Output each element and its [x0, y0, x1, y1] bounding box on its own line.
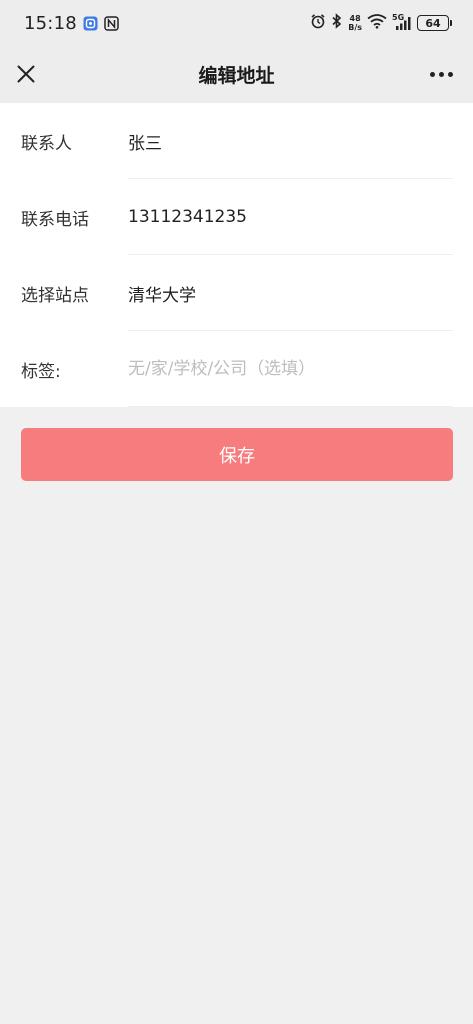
close-icon	[17, 65, 35, 83]
tag-row[interactable]: 标签:	[0, 331, 473, 407]
tag-input[interactable]	[128, 359, 428, 379]
status-bar: 15:18 48 B/s 5G 64	[0, 0, 473, 46]
network-speed: 48 B/s	[348, 14, 362, 32]
page-title: 编辑地址	[198, 65, 275, 87]
contact-label: 联系人	[21, 133, 72, 154]
contact-field[interactable]: 张三	[128, 129, 162, 154]
bluetooth-icon	[331, 13, 343, 33]
tag-label: 标签:	[21, 361, 61, 382]
alarm-icon	[310, 13, 326, 33]
site-row[interactable]: 选择站点 清华大学	[0, 255, 473, 331]
more-button[interactable]	[427, 60, 455, 88]
battery-level: 64	[425, 16, 441, 30]
site-label: 选择站点	[21, 285, 89, 306]
network-speed-value: 48	[349, 14, 361, 23]
close-button[interactable]	[12, 60, 40, 88]
nfc-icon	[104, 15, 119, 31]
status-time: 15:18	[24, 12, 77, 34]
divider	[128, 406, 453, 407]
status-right: 48 B/s 5G 64	[310, 13, 452, 33]
site-field[interactable]: 清华大学	[128, 281, 196, 306]
more-icon-dot	[438, 71, 444, 77]
nav-bar: 编辑地址	[0, 46, 473, 103]
contact-row[interactable]: 联系人 张三	[0, 103, 473, 179]
phone-field[interactable]: 13112341235	[128, 207, 247, 227]
address-form: 联系人 张三 联系电话 13112341235 选择站点 清华大学 标签:	[0, 103, 473, 407]
cellular-signal-icon: 5G	[392, 13, 412, 31]
wifi-icon	[367, 13, 387, 33]
save-button[interactable]: 保存	[21, 428, 453, 481]
more-icon-dot	[447, 71, 453, 77]
more-icon	[429, 71, 435, 77]
phone-label: 联系电话	[21, 209, 89, 230]
network-speed-unit: B/s	[348, 23, 362, 32]
phone-row[interactable]: 联系电话 13112341235	[0, 179, 473, 255]
battery-icon: 64	[417, 15, 452, 31]
status-left: 15:18	[24, 13, 119, 34]
app-notification-icon	[83, 16, 98, 31]
